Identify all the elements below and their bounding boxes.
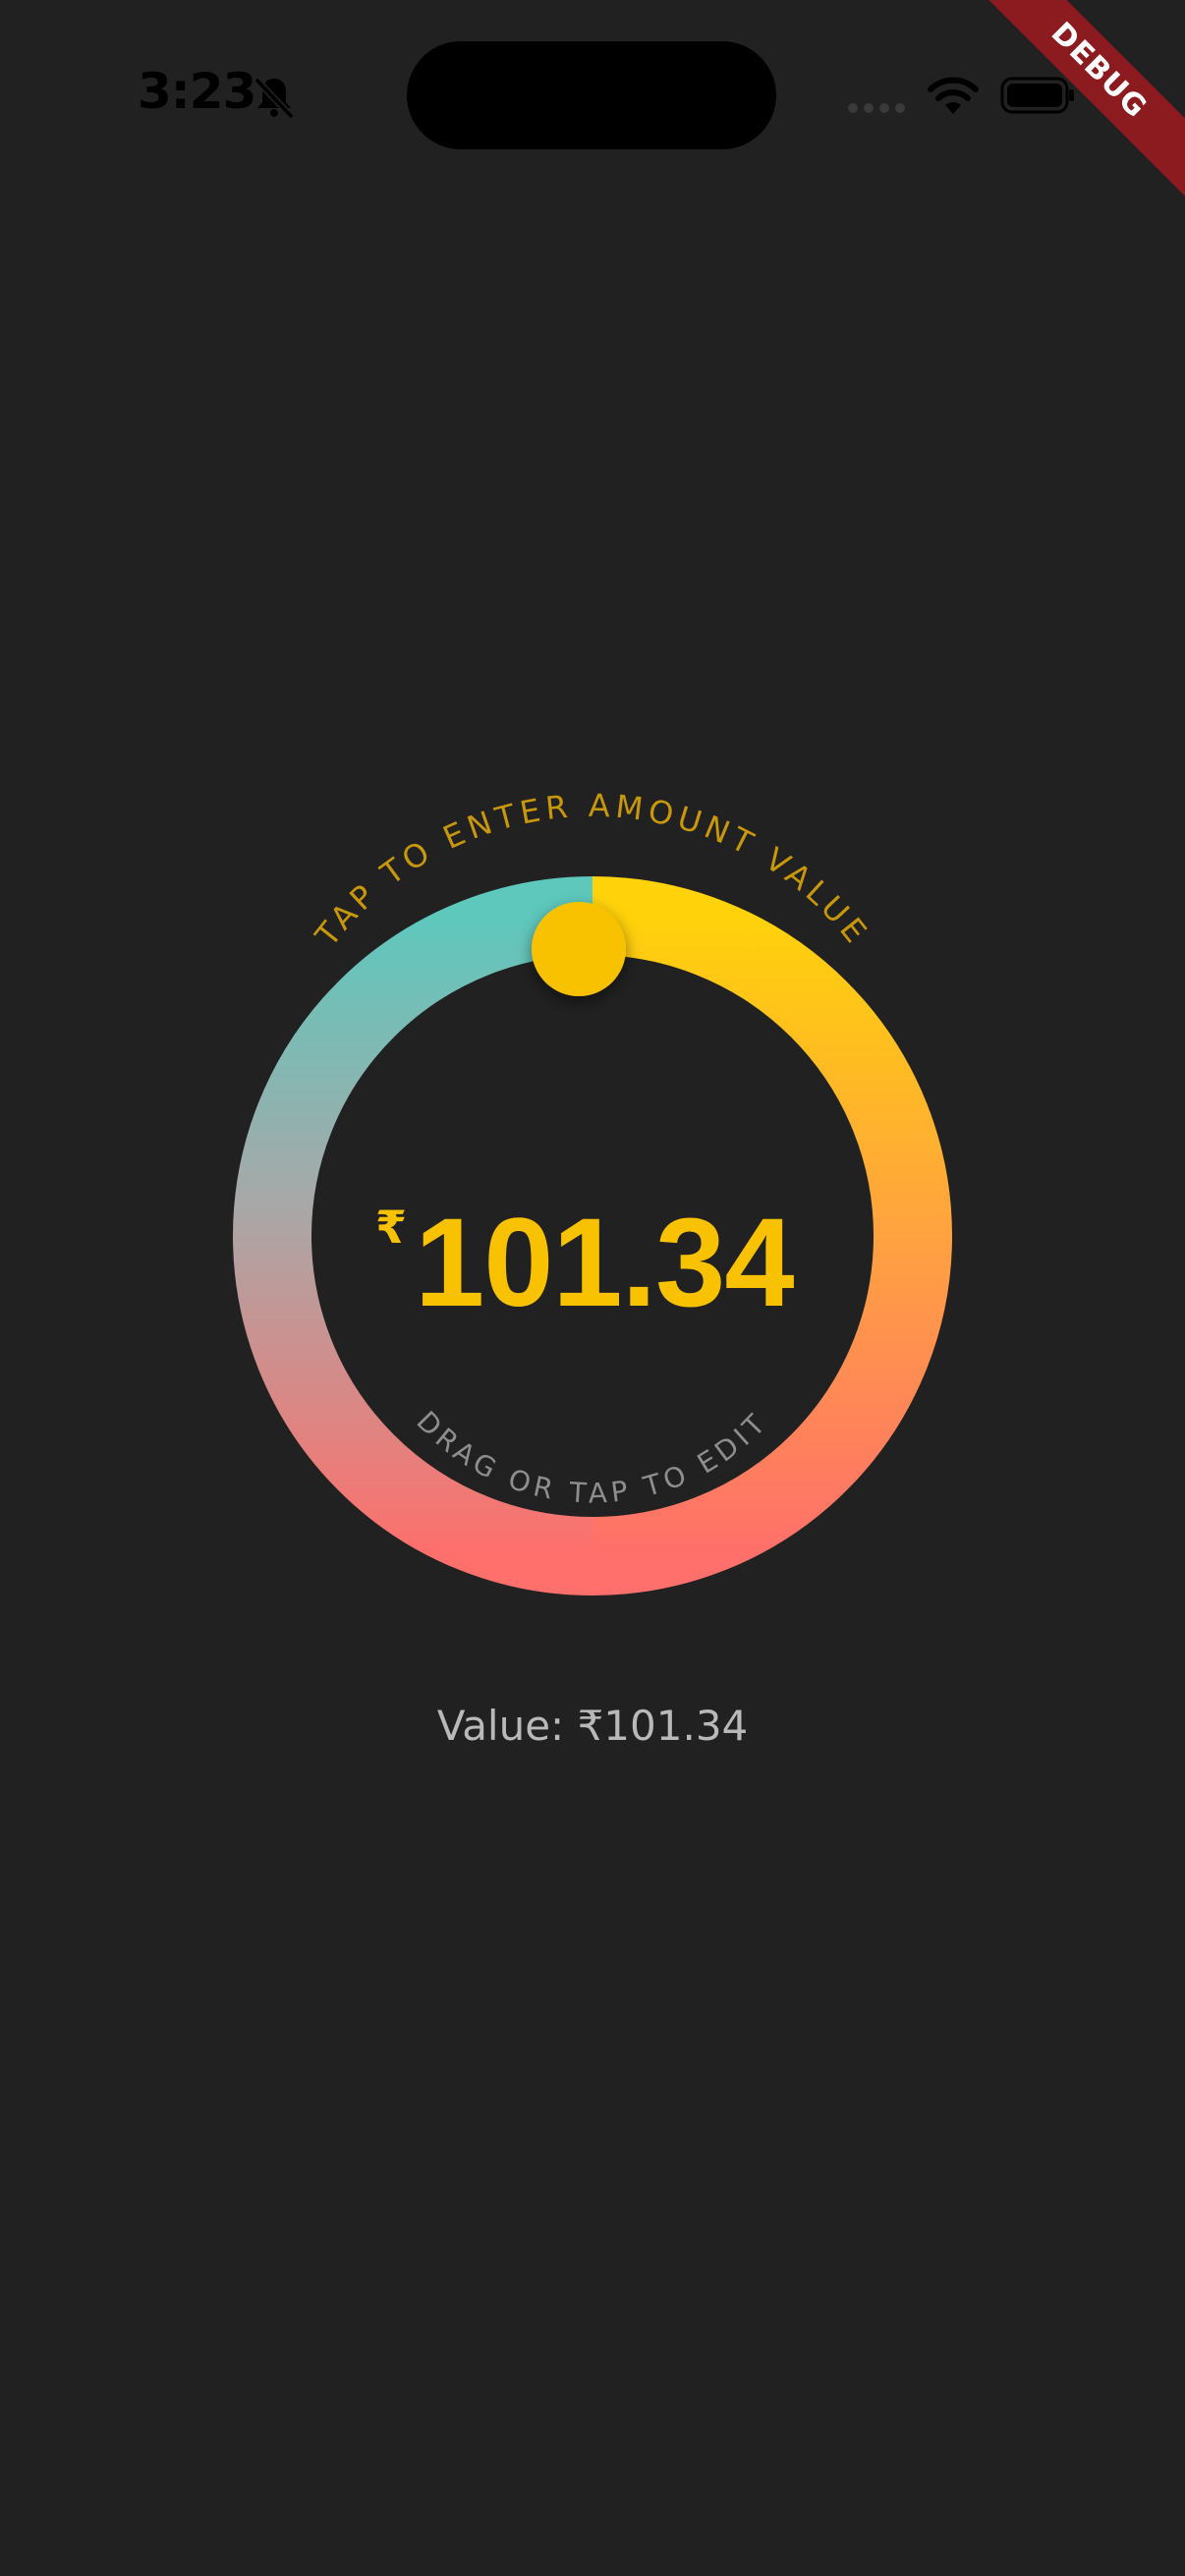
drag-knob[interactable] (532, 902, 626, 996)
value-spacer (564, 1702, 577, 1750)
amount-dial[interactable]: TAP TO ENTER AMOUNT VALUE DRAG OR TAP TO… (0, 0, 1185, 2576)
value-amount: ₹101.34 (577, 1702, 749, 1750)
value-readout: Value: ₹101.34 (0, 1702, 1185, 1750)
amount-display[interactable]: ₹ 101.34 (324, 1159, 875, 1356)
currency-symbol: ₹ (375, 1201, 408, 1254)
value-label: Value: (436, 1702, 565, 1750)
amount-value[interactable]: 101.34 (415, 1201, 794, 1326)
